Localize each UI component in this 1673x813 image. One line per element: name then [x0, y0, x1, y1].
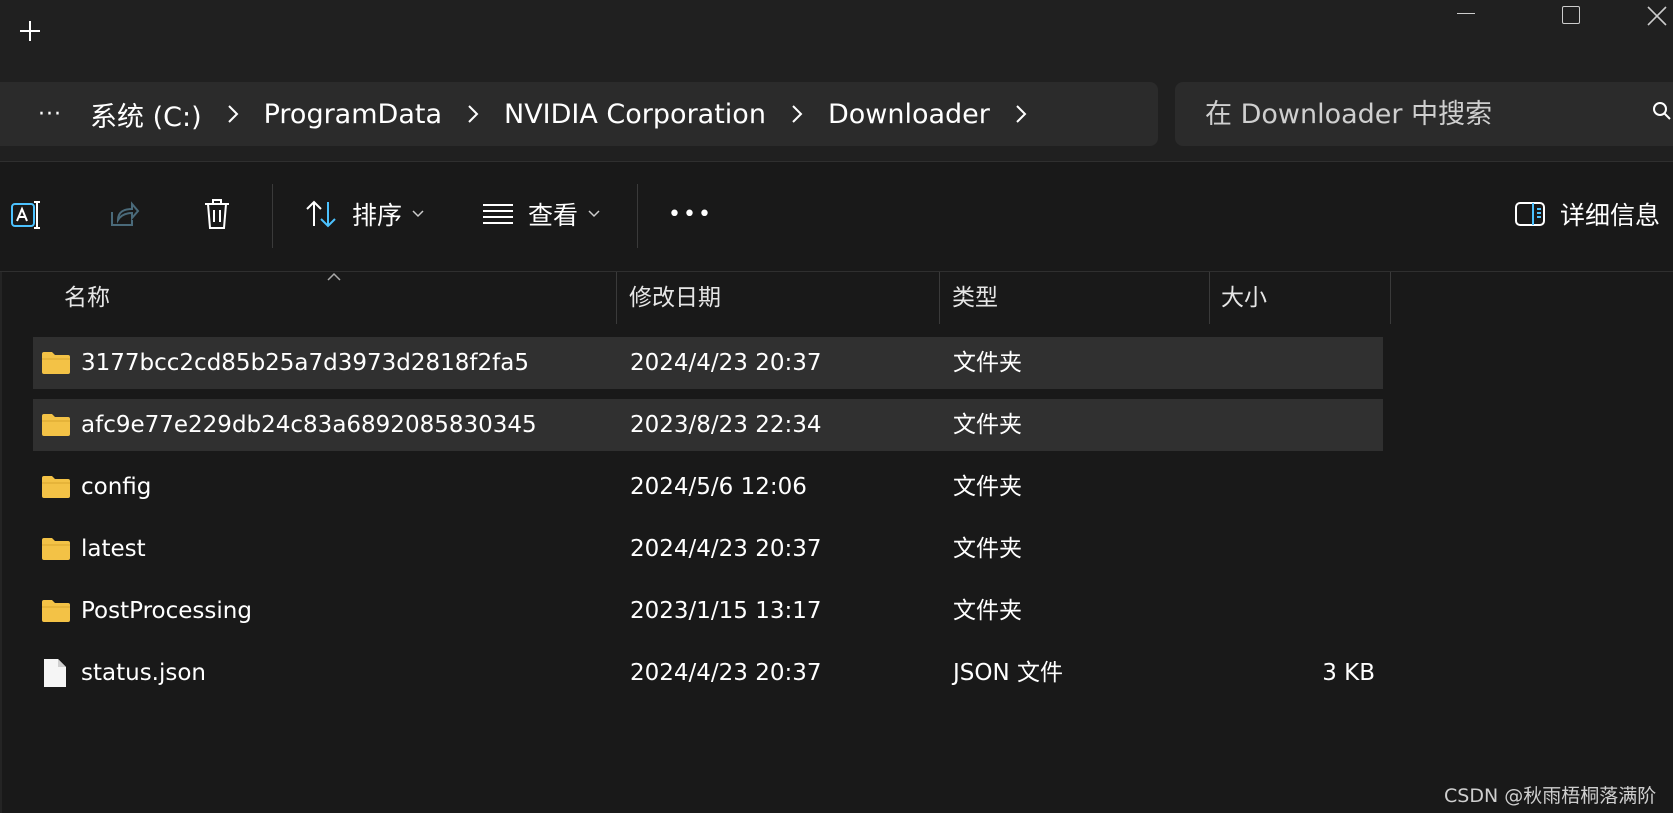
column-divider[interactable]	[616, 272, 617, 324]
file-type: 文件夹	[953, 412, 1022, 438]
column-divider[interactable]	[1209, 272, 1210, 324]
file-type: JSON 文件	[953, 660, 1064, 686]
search-input[interactable]	[1203, 97, 1627, 131]
file-type: 文件夹	[953, 350, 1022, 376]
folder-icon	[42, 538, 70, 560]
column-header-modified[interactable]: 修改日期	[629, 272, 721, 324]
file-row[interactable]: 3177bcc2cd85b25a7d3973d2818f2fa5 2024/4/…	[33, 337, 1383, 389]
title-bar	[0, 0, 1673, 66]
file-name: latest	[81, 536, 146, 562]
column-divider[interactable]	[1390, 272, 1391, 324]
view-button[interactable]: 查看	[482, 196, 600, 232]
share-icon	[111, 201, 140, 226]
address-row: ··· 系统 (C:) ProgramData NVIDIA Corporati…	[0, 66, 1673, 161]
sort-icon	[306, 200, 336, 228]
more-icon: •••	[668, 202, 713, 227]
file-type: 文件夹	[953, 536, 1022, 562]
search-icon[interactable]	[1652, 101, 1672, 121]
minimize-icon	[1457, 13, 1475, 14]
sort-button[interactable]: 排序	[304, 196, 424, 232]
file-icon	[44, 659, 66, 687]
details-pane-button[interactable]: 详细信息	[1514, 196, 1660, 232]
file-row[interactable]: PostProcessing 2023/1/15 13:17 文件夹	[33, 585, 1383, 637]
folder-icon	[42, 476, 70, 498]
file-type: 文件夹	[953, 474, 1022, 500]
file-name: config	[81, 474, 152, 500]
rename-icon	[11, 201, 40, 229]
file-row[interactable]: config 2024/5/6 12:06 文件夹	[33, 461, 1383, 513]
file-size: 3 KB	[1322, 660, 1375, 686]
close-icon	[1647, 6, 1667, 26]
pane-edge	[0, 272, 2, 813]
column-divider[interactable]	[939, 272, 940, 324]
file-modified: 2024/4/23 20:37	[630, 660, 822, 686]
toolbar-divider	[637, 184, 638, 248]
column-header-name[interactable]: 名称	[64, 272, 110, 324]
column-header-type[interactable]: 类型	[952, 272, 998, 324]
chevron-down-icon	[412, 210, 424, 218]
file-row[interactable]: status.json 2024/4/23 20:37 JSON 文件 3 KB	[33, 647, 1383, 699]
search-box[interactable]	[1175, 82, 1673, 146]
details-pane-icon	[1515, 202, 1545, 226]
file-name: PostProcessing	[81, 598, 252, 624]
view-list-icon	[483, 204, 513, 224]
view-label: 查看	[528, 201, 579, 230]
file-modified: 2023/1/15 13:17	[630, 598, 822, 624]
breadcrumb-item-downloader[interactable]: Downloader	[816, 99, 1002, 130]
folder-icon	[42, 352, 70, 374]
maximize-icon	[1562, 6, 1580, 24]
more-options-button[interactable]: •••	[668, 202, 713, 227]
details-label: 详细信息	[1560, 201, 1661, 230]
file-type: 文件夹	[953, 598, 1022, 624]
new-tab-button[interactable]	[17, 18, 43, 44]
sort-ascending-icon	[327, 272, 341, 281]
file-modified: 2024/4/23 20:37	[630, 536, 822, 562]
rename-button[interactable]	[10, 198, 44, 232]
breadcrumb-item-drive[interactable]: 系统 (C:)	[78, 95, 214, 134]
file-modified: 2023/8/23 22:34	[630, 412, 822, 438]
maximize-button[interactable]	[1548, 0, 1594, 32]
delete-button[interactable]	[202, 198, 232, 230]
file-name: status.json	[81, 660, 207, 686]
chevron-right-icon[interactable]	[1002, 104, 1040, 124]
chevron-right-icon[interactable]	[454, 104, 492, 124]
share-button[interactable]	[108, 198, 140, 230]
breadcrumb-item-programdata[interactable]: ProgramData	[252, 99, 454, 130]
trash-icon	[205, 199, 229, 229]
file-modified: 2024/5/6 12:06	[630, 474, 807, 500]
sort-label: 排序	[352, 201, 403, 230]
minimize-button[interactable]	[1440, 0, 1486, 32]
folder-icon	[42, 600, 70, 622]
file-row[interactable]: afc9e77e229db24c83a6892085830345 2023/8/…	[33, 399, 1383, 451]
command-bar: 排序 查看 ••• 详细信息	[0, 162, 1673, 272]
chevron-right-icon[interactable]	[778, 104, 816, 124]
file-modified: 2024/4/23 20:37	[630, 350, 822, 376]
column-headers: 名称 修改日期 类型 大小	[0, 272, 1673, 324]
column-header-size[interactable]: 大小	[1221, 272, 1267, 324]
folder-icon	[42, 414, 70, 436]
close-button[interactable]	[1632, 0, 1673, 32]
toolbar-divider	[272, 184, 273, 248]
file-name: afc9e77e229db24c83a6892085830345	[81, 412, 537, 438]
watermark: CSDN @秋雨梧桐落满阶	[1444, 785, 1657, 807]
breadcrumb-item-nvidia[interactable]: NVIDIA Corporation	[492, 99, 778, 130]
breadcrumb: ··· 系统 (C:) ProgramData NVIDIA Corporati…	[0, 82, 1158, 146]
file-name: 3177bcc2cd85b25a7d3973d2818f2fa5	[81, 350, 529, 376]
file-row[interactable]: latest 2024/4/23 20:37 文件夹	[33, 523, 1383, 575]
chevron-right-icon[interactable]	[214, 104, 252, 124]
chevron-down-icon	[588, 210, 600, 218]
breadcrumb-more-button[interactable]: ···	[22, 102, 78, 127]
